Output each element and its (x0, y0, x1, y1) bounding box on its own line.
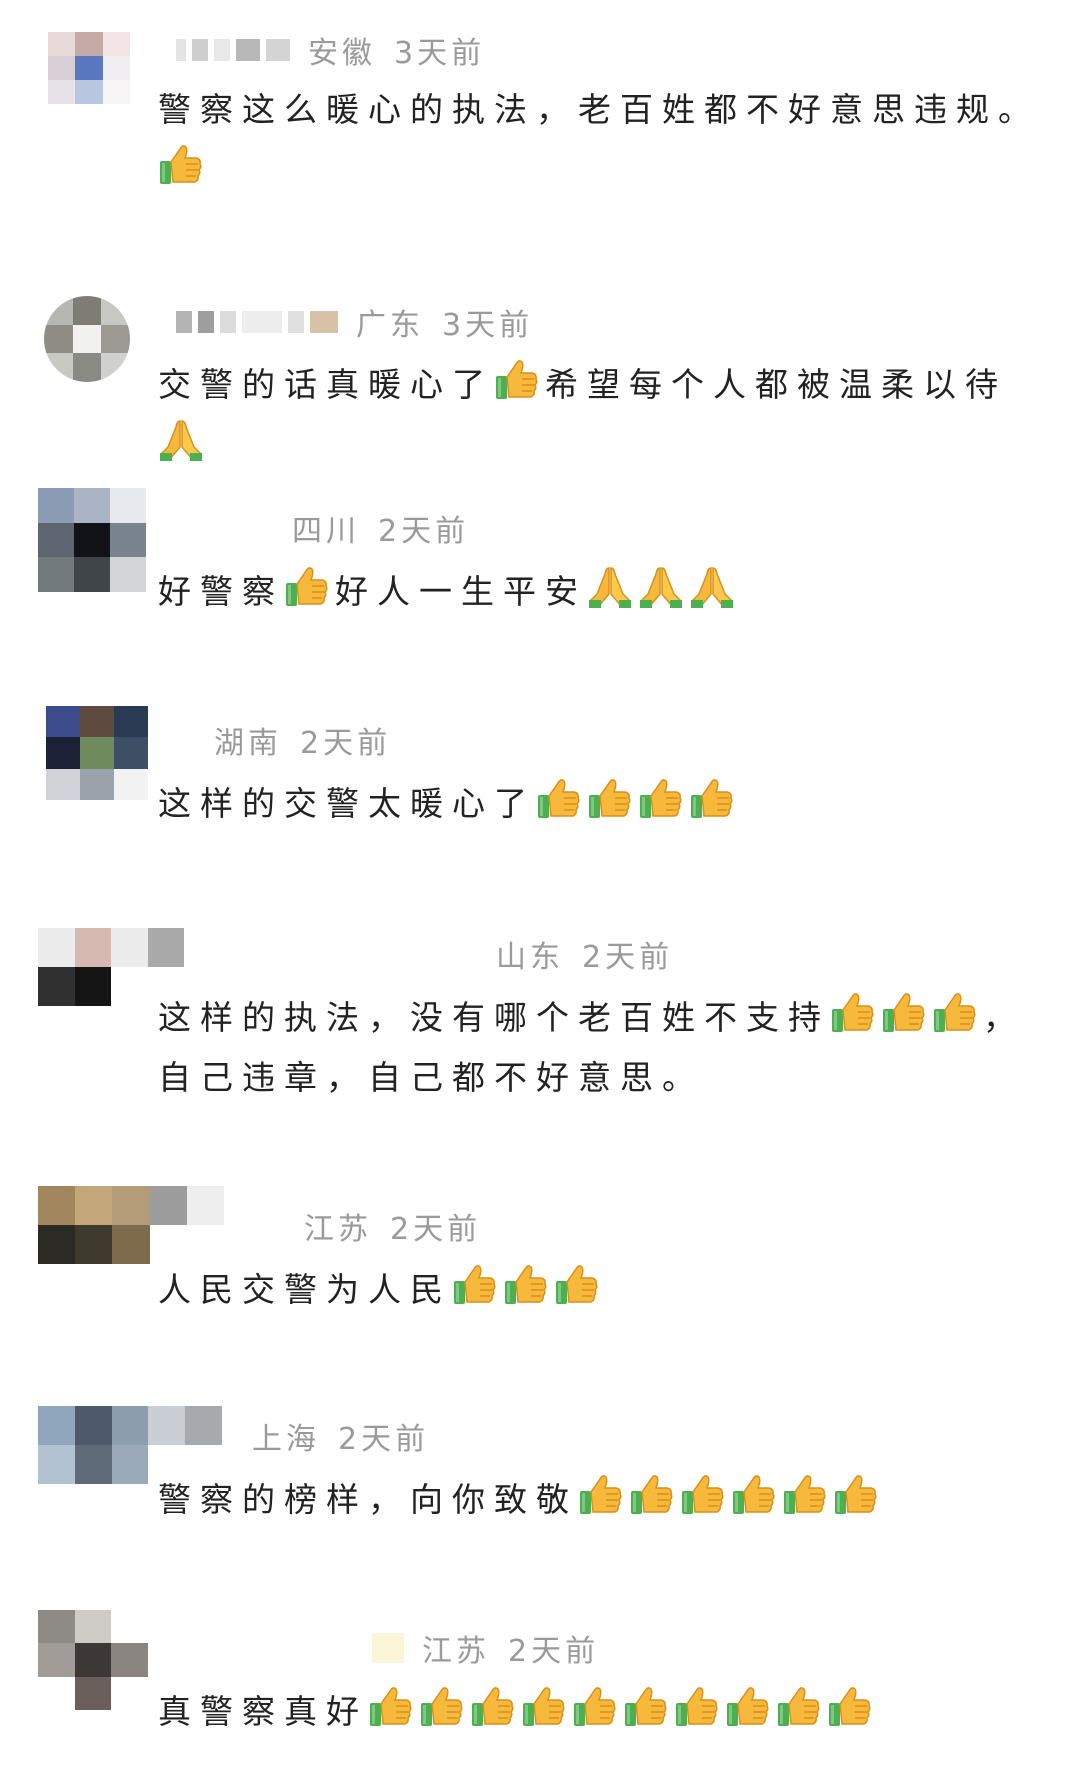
comment-text: 这样的执法，没有哪个老百姓不支持 ，自己违章，自己都不好意思。 (158, 988, 1054, 1108)
folded-hands-icon (158, 417, 204, 463)
timestamp: 2天前 (378, 514, 470, 549)
region-label: 江苏 (422, 1634, 490, 1669)
timestamp: 2天前 (390, 1212, 482, 1247)
timestamp: 2天前 (508, 1634, 600, 1669)
comment-meta: 江苏 2天前 (372, 1626, 599, 1670)
timestamp: 3天前 (442, 308, 534, 343)
thumbs-up-icon (776, 1684, 822, 1730)
thumbs-up-icon (833, 1472, 879, 1518)
username-blurred[interactable] (176, 311, 338, 333)
comment-text: 人民交警为人民 (158, 1260, 1054, 1320)
comment-list: 安徽 3天前 警察这么暖心的执法，老百姓都不好意思违规。 广东 3天前 交警的话… (0, 0, 1080, 1787)
comment-meta: 广东 3天前 (176, 300, 533, 344)
thumbs-up-icon (158, 142, 204, 188)
comment-meta: 湖南 2天前 (214, 718, 391, 762)
folded-hands-icon (587, 564, 633, 610)
avatar[interactable] (38, 488, 146, 592)
thumbs-up-icon (587, 776, 633, 822)
thumbs-up-icon (368, 1684, 414, 1730)
thumbs-up-icon (881, 990, 927, 1036)
thumbs-up-icon (638, 776, 684, 822)
emoji-row (158, 145, 209, 189)
thumbs-up-icon (503, 1262, 549, 1308)
thumbs-up-icon (494, 357, 540, 403)
thumbs-up-icon (452, 1262, 498, 1308)
comment-text: 警察的榜样，向你致敬 (158, 1470, 1054, 1530)
comment-text: 警察这么暖心的执法，老百姓都不好意思违规。 (158, 80, 1054, 200)
thumbs-up-icon (827, 1684, 873, 1730)
avatar[interactable] (38, 1186, 224, 1264)
avatar[interactable] (44, 296, 130, 382)
thumbs-up-icon (578, 1472, 624, 1518)
thumbs-up-icon (629, 1472, 675, 1518)
username-blurred[interactable] (372, 1633, 404, 1663)
avatar[interactable] (48, 32, 130, 104)
thumbs-up-icon (731, 1472, 777, 1518)
thumbs-up-icon (284, 564, 330, 610)
comment-text: 这样的交警太暖心了 (158, 774, 1054, 834)
comment-meta: 上海 2天前 (252, 1414, 429, 1458)
comment-text: 真警察真好 (158, 1682, 1054, 1742)
region-label: 山东 (496, 940, 564, 975)
region-label: 湖南 (214, 726, 282, 761)
thumbs-up-icon (725, 1684, 771, 1730)
thumbs-up-icon (536, 776, 582, 822)
region-label: 上海 (252, 1422, 320, 1457)
thumbs-up-icon (470, 1684, 516, 1730)
thumbs-up-icon (623, 1684, 669, 1730)
thumbs-up-icon (689, 776, 735, 822)
folded-hands-icon (689, 564, 735, 610)
region-label: 广东 (356, 308, 424, 343)
thumbs-up-icon (680, 1472, 726, 1518)
comment-meta: 安徽 3天前 (176, 28, 485, 72)
thumbs-up-icon (554, 1262, 600, 1308)
comment-text: 交警的话真暖心了 希望每个人都被温柔以待 (158, 355, 1054, 475)
comment-meta: 四川 2天前 (292, 506, 469, 550)
thumbs-up-icon (932, 990, 978, 1036)
timestamp: 2天前 (300, 726, 392, 761)
thumbs-up-icon (782, 1472, 828, 1518)
username-blurred[interactable] (176, 39, 290, 61)
region-label: 安徽 (308, 36, 376, 71)
avatar[interactable] (38, 1610, 148, 1710)
timestamp: 2天前 (582, 940, 674, 975)
avatar[interactable] (46, 706, 148, 800)
comment-meta: 山东 2天前 (496, 932, 673, 976)
thumbs-up-icon (419, 1684, 465, 1730)
thumbs-up-icon (521, 1684, 567, 1730)
thumbs-up-icon (572, 1684, 618, 1730)
thumbs-up-icon (674, 1684, 720, 1730)
comment-meta: 江苏 2天前 (304, 1204, 481, 1248)
region-label: 江苏 (304, 1212, 372, 1247)
timestamp: 2天前 (338, 1422, 430, 1457)
folded-hands-icon (638, 564, 684, 610)
timestamp: 3天前 (394, 36, 486, 71)
region-label: 四川 (292, 514, 360, 549)
thumbs-up-icon (830, 990, 876, 1036)
comment-text: 好警察 好人一生平安 (158, 562, 1054, 622)
